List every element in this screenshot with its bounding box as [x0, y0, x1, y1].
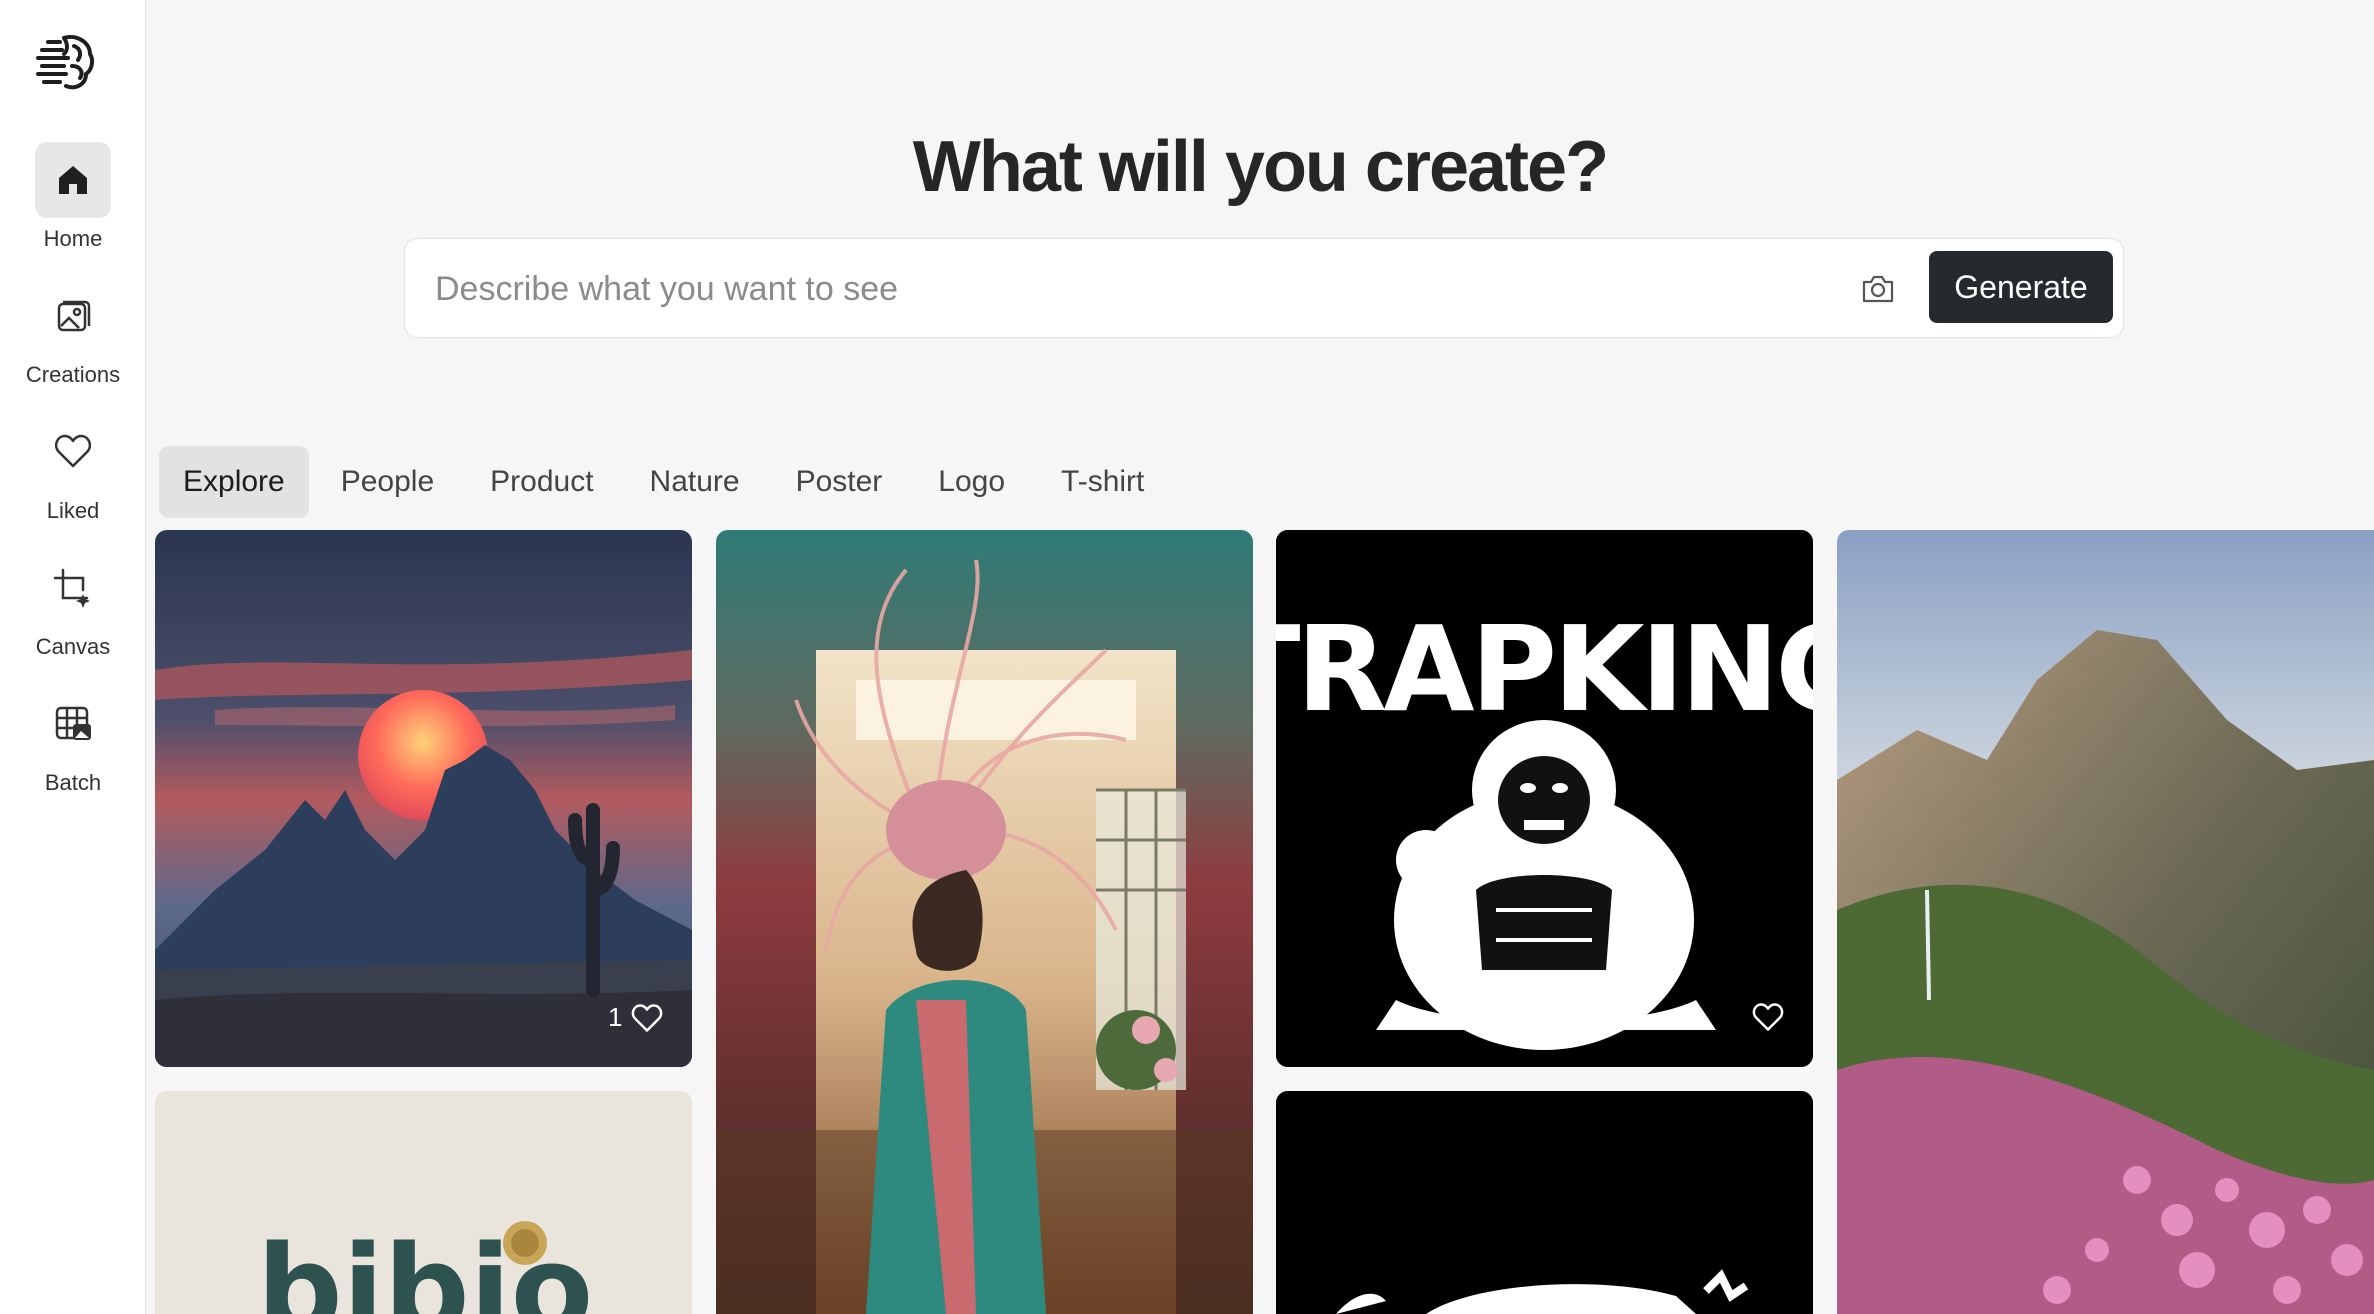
trapking-logo-image: TRAPKING	[1276, 530, 1813, 1067]
tab-product[interactable]: Product	[466, 446, 617, 518]
prompt-bar: Generate	[404, 238, 2124, 338]
tab-nature[interactable]: Nature	[626, 446, 764, 518]
black-logo-image	[1276, 1091, 1813, 1314]
gallery-card-black-logo[interactable]	[1276, 1091, 1813, 1314]
category-tabs: Explore People Product Nature Poster Log…	[159, 446, 1176, 518]
trapking-wordmark: TRAPKING	[1276, 600, 1813, 738]
image-icon	[35, 278, 111, 354]
sidebar-item-liked[interactable]: Liked	[0, 414, 146, 534]
like-count: 1	[608, 1002, 623, 1032]
sidebar-item-creations[interactable]: Creations	[0, 278, 146, 398]
gallery-card-trapking[interactable]: TRAPKING	[1276, 530, 1813, 1067]
home-icon	[35, 142, 111, 218]
tab-tshirt[interactable]: T-shirt	[1037, 446, 1168, 518]
tab-people[interactable]: People	[317, 446, 458, 518]
heart-icon	[35, 414, 111, 490]
like-button[interactable]: 1	[608, 1002, 664, 1033]
gallery-card-bibio[interactable]: bibio	[155, 1091, 692, 1314]
sidebar-item-batch[interactable]: Batch	[0, 686, 146, 806]
sidebar-item-home[interactable]: Home	[0, 142, 146, 262]
sidebar-item-label: Canvas	[35, 634, 111, 659]
grid-image-icon	[35, 686, 111, 762]
sidebar-item-canvas[interactable]: Canvas	[0, 550, 146, 670]
feather-portrait-image	[716, 530, 1253, 1314]
sidebar: Home Creations Liked Canvas Batch	[0, 0, 146, 1314]
sidebar-item-label: Home	[43, 226, 103, 251]
gallery-card-mountain[interactable]	[1837, 530, 2374, 1314]
sidebar-item-label: Batch	[44, 770, 102, 795]
gallery-card-feather-portrait[interactable]	[716, 530, 1253, 1314]
generate-button[interactable]: Generate	[1929, 251, 2113, 323]
heart-icon	[632, 1003, 663, 1032]
like-button[interactable]	[1751, 1002, 1785, 1032]
tab-poster[interactable]: Poster	[772, 446, 907, 518]
camera-icon[interactable]	[1855, 266, 1901, 312]
bibio-wordmark: bibio	[257, 1221, 594, 1314]
brain-logo-icon[interactable]	[34, 30, 98, 94]
sidebar-item-label: Creations	[25, 362, 121, 387]
crop-sparkle-icon	[35, 550, 111, 626]
mountain-flowers-image	[1837, 530, 2374, 1314]
tab-explore[interactable]: Explore	[159, 446, 309, 518]
heart-icon	[1752, 1003, 1784, 1031]
bibio-logo-image: bibio	[155, 1091, 692, 1314]
tab-logo[interactable]: Logo	[914, 446, 1029, 518]
prompt-input[interactable]	[435, 263, 1935, 315]
gallery-card-desert-sunset[interactable]: 1	[155, 530, 692, 1067]
sidebar-item-label: Liked	[46, 498, 100, 523]
desert-sunset-image	[155, 530, 692, 1067]
page-title: What will you create?	[912, 127, 1609, 207]
